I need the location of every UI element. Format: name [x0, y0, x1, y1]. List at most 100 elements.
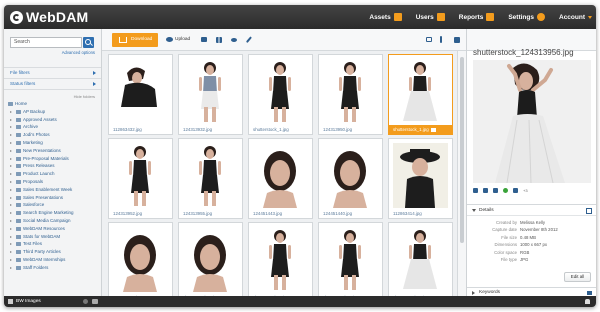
asset-thumbnail[interactable]	[183, 227, 238, 292]
expand-icon[interactable]	[10, 204, 12, 207]
status-filters-toggle[interactable]: Status filters	[4, 78, 101, 90]
file-filters-toggle[interactable]: File filters	[4, 67, 101, 78]
expand-icon[interactable]	[10, 110, 12, 113]
folder-item[interactable]: Search Engine Marketing	[8, 209, 100, 217]
folder-icon[interactable]	[201, 37, 207, 42]
expand-icon[interactable]	[10, 149, 12, 152]
scrollbar-thumb[interactable]	[460, 57, 464, 243]
asset-thumbnail[interactable]	[253, 143, 308, 208]
download-button[interactable]: Download	[112, 33, 158, 47]
folder-item[interactable]: Approved Assets	[8, 116, 100, 124]
grid-view-icon[interactable]	[454, 37, 460, 43]
calendar-icon[interactable]	[586, 208, 592, 214]
asset-thumbnail[interactable]	[323, 227, 378, 292]
expand-icon[interactable]	[10, 212, 12, 215]
folder-item[interactable]: Archive	[8, 123, 100, 131]
nav-account[interactable]: Account	[559, 14, 592, 21]
upload-button[interactable]: Upload	[175, 33, 190, 47]
hide-folders-link[interactable]: Hide folders	[74, 94, 95, 99]
asset-tile[interactable]: 112863432.jpg	[108, 54, 173, 135]
folder-item[interactable]: WebDAM Internships	[8, 256, 100, 264]
asset-tile[interactable]: 124313932.jpg	[178, 54, 243, 135]
asset-thumbnail[interactable]	[113, 59, 168, 124]
folder-item[interactable]: Sales Presentations	[8, 194, 100, 202]
checkbox-select-icon[interactable]	[426, 37, 432, 42]
details-section-header[interactable]: Details	[467, 204, 596, 216]
asset-thumbnail[interactable]	[113, 143, 168, 208]
gallery-scrollbar[interactable]	[457, 51, 466, 307]
expand-icon[interactable]	[10, 188, 12, 191]
folder-item[interactable]: Test Files	[8, 240, 100, 248]
asset-thumbnail[interactable]	[113, 227, 168, 292]
asset-tile[interactable]: 124313952.jpg	[108, 138, 173, 219]
folder-item[interactable]: Stats for WebDAM	[8, 233, 100, 241]
preview-image[interactable]	[473, 60, 591, 183]
expand-icon[interactable]	[10, 251, 12, 254]
asset-thumbnail[interactable]	[323, 143, 378, 208]
folder-item[interactable]: Home	[8, 100, 100, 108]
expand-icon[interactable]	[10, 235, 12, 238]
asset-thumbnail[interactable]	[393, 143, 448, 208]
expand-icon[interactable]	[10, 118, 12, 121]
asset-tile[interactable]: 124451440.jpg	[318, 138, 383, 219]
folder-item[interactable]: Sales Enablement Week	[8, 186, 100, 194]
asset-tile[interactable]: shutterstock_1.jpg	[388, 222, 453, 303]
asset-tile[interactable]: shutterstock_1.jpg	[388, 54, 453, 135]
asset-tile[interactable]: 124313955.jpg	[178, 138, 243, 219]
expand-icon[interactable]	[10, 126, 12, 129]
expand-icon[interactable]	[10, 227, 12, 230]
folder-item[interactable]: Proposals	[8, 178, 100, 186]
asset-tile[interactable]: shutterstock_1.jpg	[318, 222, 383, 303]
expand-icon[interactable]	[10, 243, 12, 246]
folder-item[interactable]: WebDAM Resources	[8, 225, 100, 233]
tag-icon[interactable]	[587, 291, 592, 295]
expand-icon[interactable]	[10, 165, 12, 168]
folder-item[interactable]: Staff Folders	[8, 264, 100, 272]
asset-thumbnail[interactable]	[393, 59, 448, 124]
expand-icon[interactable]	[10, 180, 12, 183]
nav-settings[interactable]: Settings	[508, 13, 545, 21]
folder-item[interactable]: Marketing	[8, 139, 100, 147]
asset-tile[interactable]: 112863417.jpg	[108, 222, 173, 303]
asset-tile[interactable]: shutterstock_1.jpg	[248, 222, 313, 303]
folder-item[interactable]: Social Media Campaign	[8, 217, 100, 225]
expand-icon[interactable]	[10, 134, 12, 137]
expand-icon[interactable]	[10, 141, 12, 144]
folder-item[interactable]: Product Launch	[8, 170, 100, 178]
upload-icon[interactable]	[166, 37, 173, 42]
status-icon[interactable]	[503, 187, 508, 193]
expand-icon[interactable]	[10, 196, 12, 199]
asset-tile[interactable]: shutterstock_1.jpg	[248, 54, 313, 135]
expand-icon[interactable]	[10, 258, 12, 261]
add-icon[interactable]	[83, 299, 88, 304]
eye-icon[interactable]	[231, 38, 237, 42]
folder-item[interactable]: Third Party Articles	[8, 248, 100, 256]
more-count[interactable]: +3	[523, 188, 528, 193]
nav-reports[interactable]: Reports	[459, 13, 495, 21]
asset-tile[interactable]: 124313950.jpg	[318, 54, 383, 135]
zoom-icon[interactable]	[473, 187, 478, 193]
expand-icon[interactable]	[10, 266, 12, 269]
edit-icon[interactable]	[245, 36, 252, 43]
asset-tile[interactable]: 112863414.jpg	[388, 138, 453, 219]
advanced-options-link[interactable]: Advanced options	[62, 50, 95, 55]
folder-item[interactable]: Press Releases	[8, 162, 100, 170]
search-icon[interactable]	[83, 37, 94, 48]
sort-icon[interactable]	[440, 36, 442, 43]
folder-item[interactable]: AP Backup	[8, 108, 100, 116]
nav-assets[interactable]: Assets	[369, 13, 402, 21]
asset-thumbnail[interactable]	[323, 59, 378, 124]
edit-all-button[interactable]: Edit all	[564, 272, 591, 282]
expand-icon[interactable]	[10, 157, 12, 160]
search-input[interactable]: Search	[10, 37, 82, 48]
folder-item[interactable]: New Presentations	[8, 147, 100, 155]
cloud-icon[interactable]	[92, 299, 98, 304]
asset-thumbnail[interactable]	[253, 59, 308, 124]
webdam-logo[interactable]: WebDAM	[10, 9, 88, 25]
asset-tile[interactable]: shutterstock_1.jpg	[178, 222, 243, 303]
notification-icon[interactable]	[585, 299, 590, 304]
asset-thumbnail[interactable]	[253, 227, 308, 292]
asset-thumbnail[interactable]	[183, 143, 238, 208]
edit-icon[interactable]	[493, 187, 498, 193]
nav-users[interactable]: Users	[416, 13, 445, 21]
